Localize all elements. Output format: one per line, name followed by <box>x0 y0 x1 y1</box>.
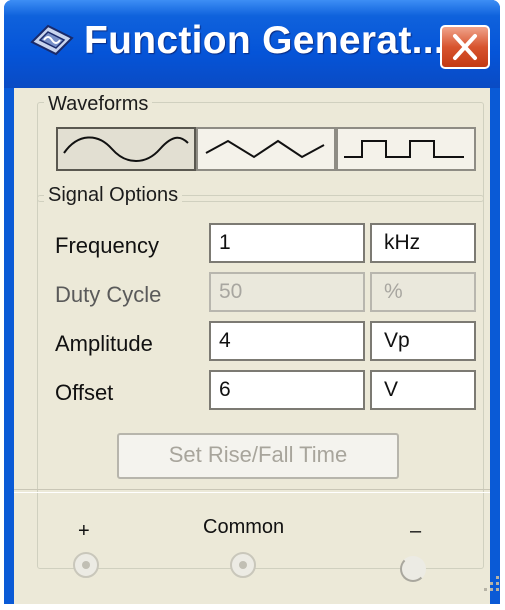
window-title: Function Generat... <box>84 19 446 62</box>
duty-cycle-label: Duty Cycle <box>55 282 162 307</box>
negative-terminal[interactable] <box>400 556 426 582</box>
sine-wave-button[interactable] <box>56 127 196 171</box>
triangle-wave-button[interactable] <box>196 127 336 171</box>
sine-wave-icon <box>63 136 189 162</box>
negative-terminal-label: – <box>410 520 422 542</box>
duty-cycle-input: 50 <box>209 272 365 312</box>
square-wave-button[interactable] <box>336 127 476 171</box>
common-terminal-label: Common <box>203 516 285 538</box>
triangle-wave-icon <box>205 139 325 159</box>
offset-input[interactable]: 6 <box>209 370 365 410</box>
resize-grip-icon[interactable] <box>480 572 504 596</box>
common-terminal[interactable] <box>230 552 256 578</box>
amplitude-label: Amplitude <box>55 331 153 356</box>
amplitude-unit-field[interactable]: Vp <box>370 321 476 361</box>
amplitude-input[interactable]: 4 <box>209 321 365 361</box>
offset-label: Offset <box>55 380 114 405</box>
generator-panel: Waveforms Signal Options Frequency 1 kHz… <box>14 88 490 604</box>
close-button[interactable] <box>440 25 490 69</box>
divider <box>14 489 490 493</box>
offset-unit-field[interactable]: V <box>370 370 476 410</box>
frequency-unit-field[interactable]: kHz <box>370 223 476 263</box>
waveforms-group-label: Waveforms <box>44 93 153 116</box>
function-generator-app-icon <box>30 24 74 56</box>
square-wave-icon <box>344 140 464 158</box>
set-rise-fall-time-button[interactable]: Set Rise/Fall Time <box>117 433 399 479</box>
close-icon <box>453 34 477 60</box>
frequency-input[interactable]: 1 <box>209 223 365 263</box>
title-bar[interactable]: Function Generat... <box>4 0 500 88</box>
signal-options-group-label: Signal Options <box>44 184 183 207</box>
positive-terminal-label: + <box>78 520 90 542</box>
duty-cycle-unit-field: % <box>370 272 476 312</box>
function-generator-window: Function Generat... Waveforms Signal Opt… <box>4 0 500 604</box>
positive-terminal[interactable] <box>73 552 99 578</box>
frequency-label: Frequency <box>55 233 159 258</box>
